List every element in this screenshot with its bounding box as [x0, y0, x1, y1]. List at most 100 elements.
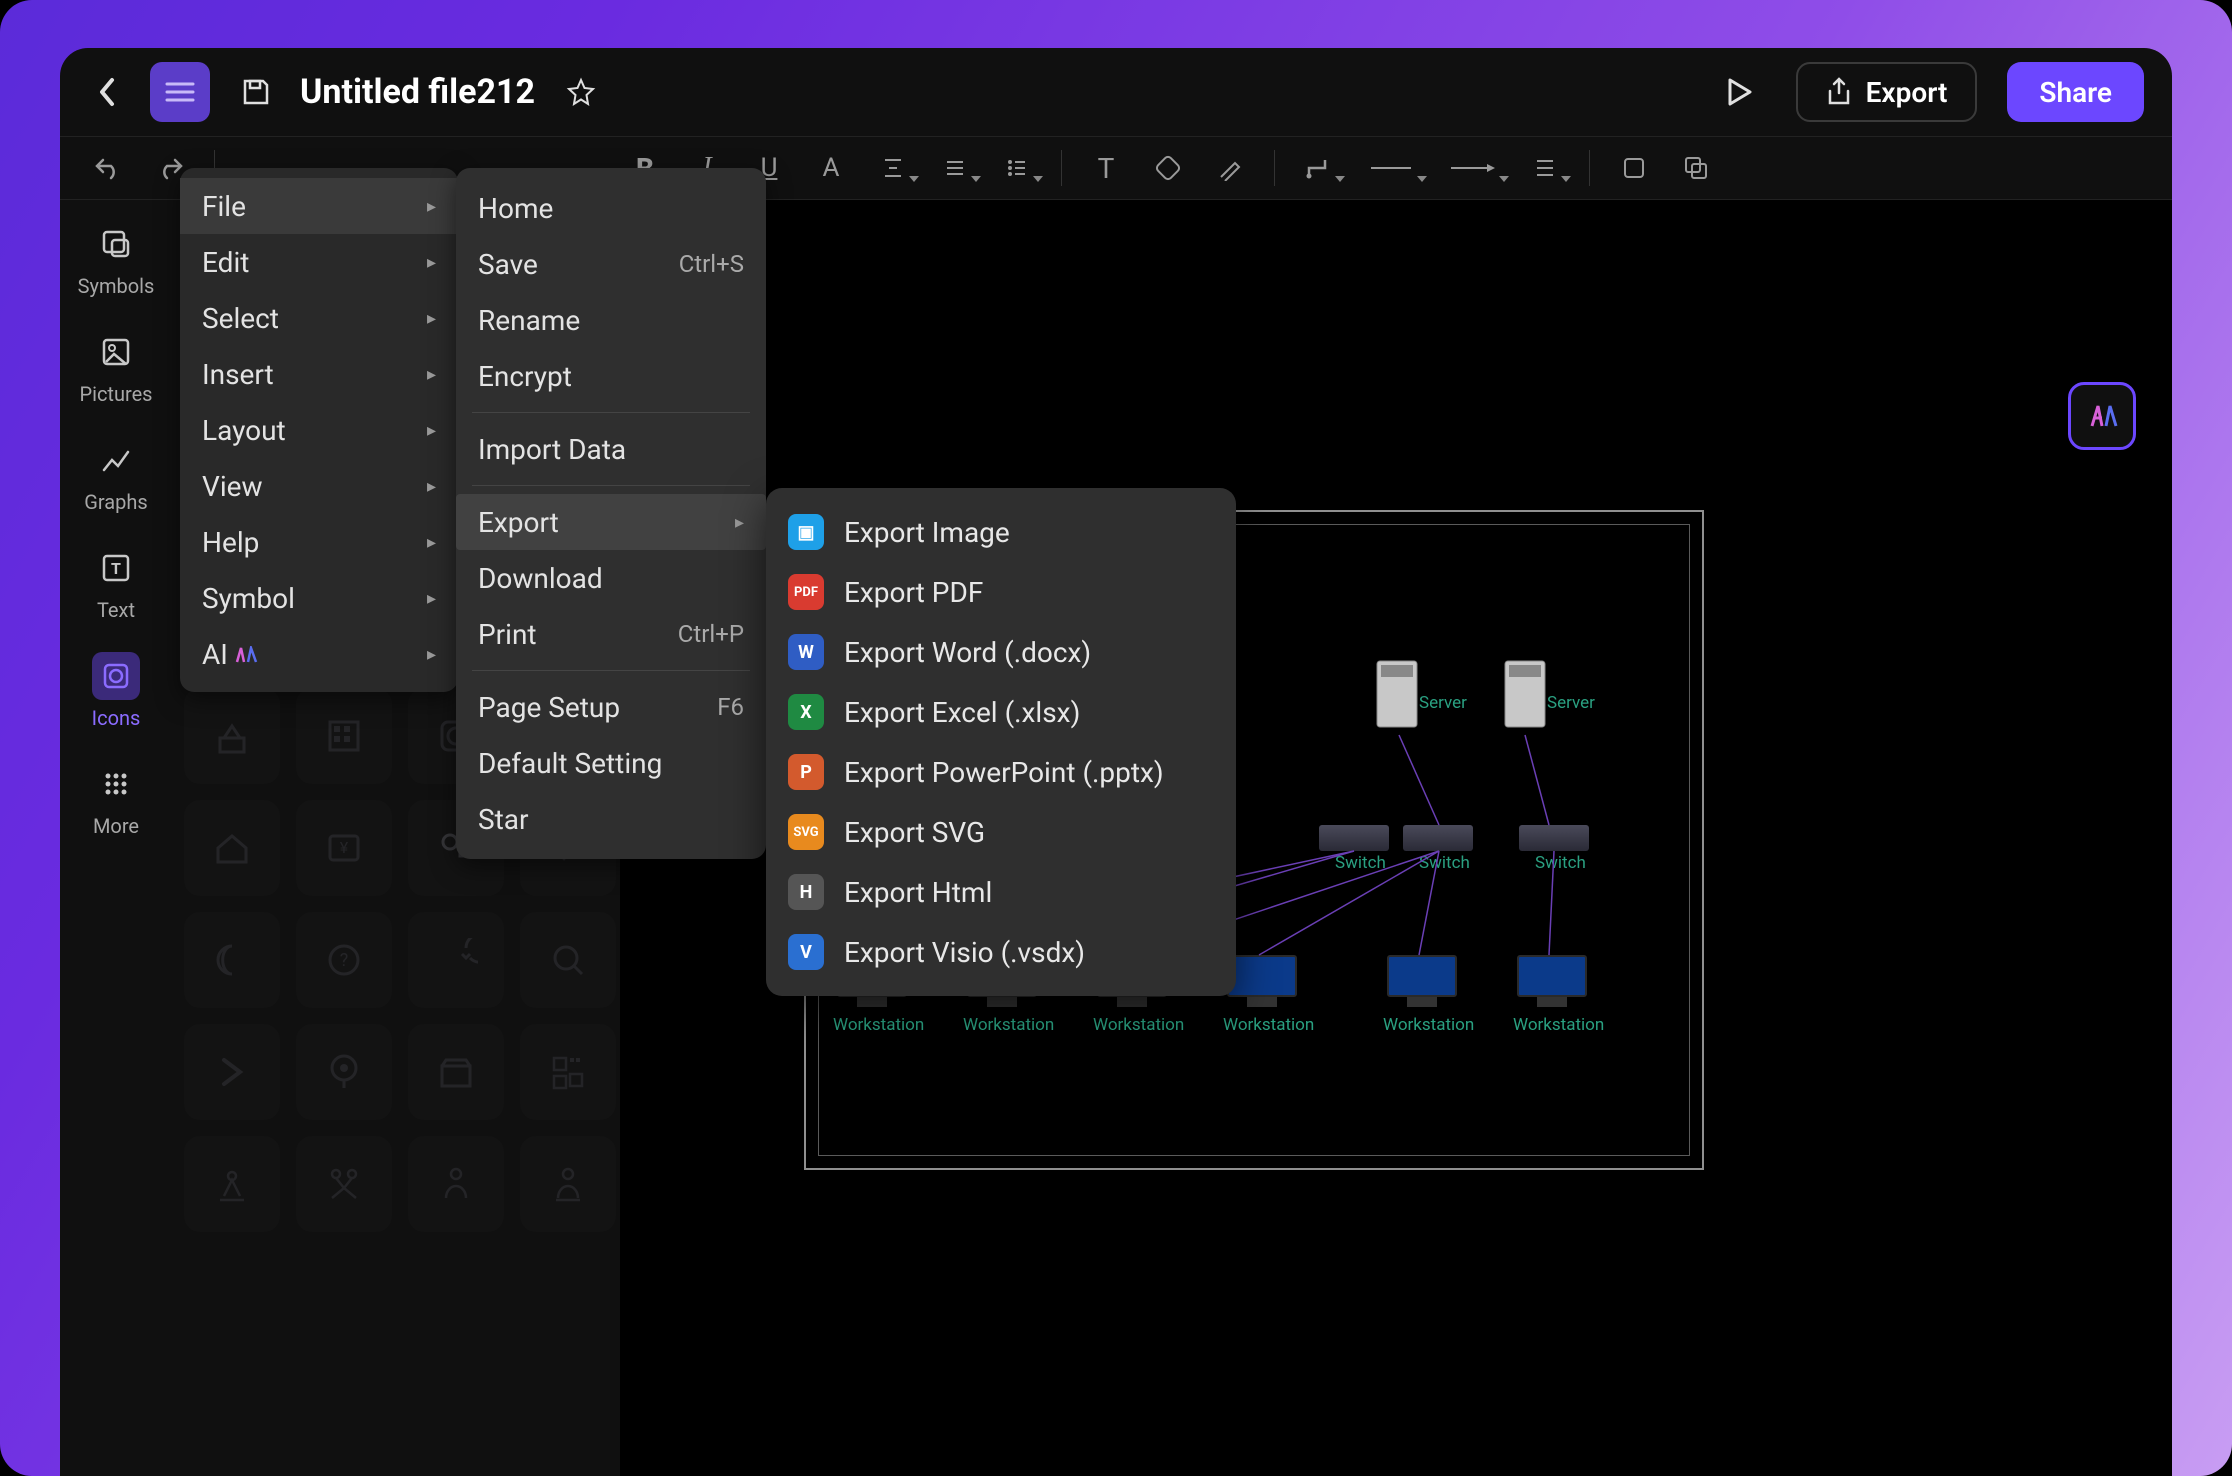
text-align-vertical-button[interactable] [865, 144, 921, 192]
palette-icon[interactable] [184, 1136, 280, 1232]
node-label: Workstation [1513, 1015, 1604, 1035]
palette-icon[interactable] [184, 688, 280, 784]
menu-item-edit[interactable]: Edit▸ [180, 234, 458, 290]
menu-item-select[interactable]: Select▸ [180, 290, 458, 346]
palette-icon[interactable]: ¥ [296, 800, 392, 896]
export-powerpoint[interactable]: PExport PowerPoint (.pptx) [766, 742, 1236, 802]
menu-item-view[interactable]: View▸ [180, 458, 458, 514]
node-label: Server [1419, 693, 1467, 713]
palette-icon[interactable] [296, 1136, 392, 1232]
export-excel[interactable]: XExport Excel (.xlsx) [766, 682, 1236, 742]
submenu-encrypt[interactable]: Encrypt [456, 348, 766, 404]
menu-divider [472, 670, 750, 671]
ai-icon [234, 646, 258, 664]
node-label: Switch [1535, 853, 1586, 873]
palette-icon[interactable]: ? [296, 912, 392, 1008]
menu-item-ai[interactable]: AI▸ [180, 626, 458, 682]
export-html[interactable]: HExport Html [766, 862, 1236, 922]
node-label: Workstation [833, 1015, 924, 1035]
palette-icon[interactable] [408, 912, 504, 1008]
font-color-button[interactable]: A [803, 144, 859, 192]
spacing-button[interactable] [1517, 144, 1573, 192]
hamburger-menu-button[interactable] [150, 62, 210, 122]
connector-button[interactable] [1291, 144, 1347, 192]
submenu-rename[interactable]: Rename [456, 292, 766, 348]
text-align-button[interactable] [927, 144, 983, 192]
switch-node[interactable] [1519, 825, 1589, 851]
palette-icon[interactable] [184, 1024, 280, 1120]
visio-file-icon: V [788, 934, 824, 970]
save-icon[interactable] [232, 62, 280, 122]
ai-assistant-button[interactable] [2068, 382, 2136, 450]
palette-icon[interactable] [520, 1024, 616, 1120]
palette-icon[interactable] [184, 912, 280, 1008]
menu-divider [472, 412, 750, 413]
word-file-icon: W [788, 634, 824, 670]
export-button[interactable]: Export [1796, 62, 1978, 122]
layers-button[interactable] [1668, 144, 1724, 192]
svg-text:?: ? [340, 950, 349, 971]
submenu-page-setup[interactable]: Page SetupF6 [456, 679, 766, 735]
document-title[interactable]: Untitled file212 [300, 72, 535, 112]
menu-item-layout[interactable]: Layout▸ [180, 402, 458, 458]
line-style-button[interactable] [1353, 144, 1429, 192]
palette-icon[interactable] [296, 688, 392, 784]
menu-divider [472, 485, 750, 486]
symbols-icon [92, 220, 140, 268]
submenu-download[interactable]: Download [456, 550, 766, 606]
svg-text:¥: ¥ [340, 838, 349, 857]
export-pdf[interactable]: PDFExport PDF [766, 562, 1236, 622]
export-image[interactable]: ▣Export Image [766, 502, 1236, 562]
submenu-import-data[interactable]: Import Data [456, 421, 766, 477]
submenu-star[interactable]: Star [456, 791, 766, 847]
submenu-default-setting[interactable]: Default Setting [456, 735, 766, 791]
sidebar-item-icons[interactable]: Icons [76, 652, 156, 730]
sidebar-label: Graphs [84, 490, 147, 514]
menu-item-help[interactable]: Help▸ [180, 514, 458, 570]
submenu-export[interactable]: Export▸ [456, 494, 766, 550]
menu-item-insert[interactable]: Insert▸ [180, 346, 458, 402]
svg-text:T: T [111, 559, 121, 578]
share-button[interactable]: Share [2007, 62, 2144, 122]
text-tool-button[interactable]: T [1078, 144, 1134, 192]
sidebar-label: Icons [92, 706, 141, 730]
export-svg[interactable]: SVGExport SVG [766, 802, 1236, 862]
switch-node[interactable] [1403, 825, 1473, 851]
workstation-node[interactable] [1227, 955, 1297, 1009]
sidebar-item-symbols[interactable]: Symbols [76, 220, 156, 298]
submenu-print[interactable]: PrintCtrl+P [456, 606, 766, 662]
export-word[interactable]: WExport Word (.docx) [766, 622, 1236, 682]
palette-icon[interactable] [408, 1024, 504, 1120]
list-button[interactable] [989, 144, 1045, 192]
fill-color-button[interactable] [1140, 144, 1196, 192]
menu-item-symbol[interactable]: Symbol▸ [180, 570, 458, 626]
palette-icon[interactable] [520, 912, 616, 1008]
pen-tool-button[interactable] [1202, 144, 1258, 192]
palette-icon[interactable] [520, 1136, 616, 1232]
main-menu: File▸ Edit▸ Select▸ Insert▸ Layout▸ View… [180, 168, 458, 692]
menu-item-file[interactable]: File▸ [180, 178, 458, 234]
arrow-style-button[interactable] [1435, 144, 1511, 192]
sidebar-item-graphs[interactable]: Graphs [76, 436, 156, 514]
sidebar-item-pictures[interactable]: Pictures [76, 328, 156, 406]
submenu-save[interactable]: SaveCtrl+S [456, 236, 766, 292]
palette-icon[interactable] [296, 1024, 392, 1120]
switch-node[interactable] [1319, 825, 1389, 851]
sidebar-item-more[interactable]: More [76, 760, 156, 838]
submenu-home[interactable]: Home [456, 180, 766, 236]
workstation-node[interactable] [1387, 955, 1457, 1009]
export-submenu: ▣Export Image PDFExport PDF WExport Word… [766, 488, 1236, 996]
node-label: Workstation [963, 1015, 1054, 1035]
frame-button[interactable] [1606, 144, 1662, 192]
play-button[interactable] [1714, 66, 1766, 118]
chevron-right-icon: ▸ [427, 252, 436, 273]
undo-button[interactable] [80, 144, 136, 192]
export-visio[interactable]: VExport Visio (.vsdx) [766, 922, 1236, 982]
favorite-star-button[interactable] [557, 68, 605, 116]
sidebar-item-text[interactable]: T Text [76, 544, 156, 622]
palette-icon[interactable] [184, 800, 280, 896]
workstation-node[interactable] [1517, 955, 1587, 1009]
palette-icon[interactable] [408, 1136, 504, 1232]
more-icon [92, 760, 140, 808]
back-button[interactable] [78, 62, 138, 122]
